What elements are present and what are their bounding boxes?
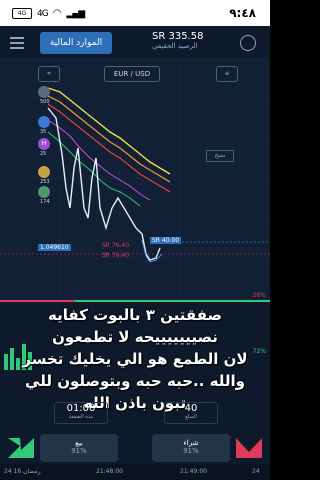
timeline-bar: 24 رمضان 16 21:48:00 21:49:00 24 bbox=[0, 464, 270, 480]
wifi-icon: ◠ bbox=[52, 8, 62, 19]
trader-count-1: 500 bbox=[40, 99, 50, 105]
funds-button[interactable]: الموارد المالية bbox=[40, 32, 112, 54]
app-screen: 4G 4G ◠ ▂▄▆ ٩:٤٨ الموارد المالية SR 335.… bbox=[0, 0, 270, 480]
sell-arrow-icon[interactable] bbox=[6, 434, 36, 462]
sell-trade-amount-2: SR 76.40 bbox=[102, 252, 130, 259]
trade-amount-box[interactable]: 40 المبلغ bbox=[164, 402, 218, 424]
indicator-line-yellow bbox=[47, 87, 171, 175]
timeline-label-3: 21:49:00 bbox=[180, 468, 207, 475]
chart-type-button[interactable]: ⌗ bbox=[38, 66, 60, 82]
timeline-label-4: 24 bbox=[252, 468, 260, 475]
caption-line-5: تبون باذن الله bbox=[83, 394, 187, 412]
trade-amount-value: 40 bbox=[184, 403, 198, 414]
trade-duration-label: مدة الصفقة bbox=[68, 414, 94, 420]
price-line bbox=[47, 107, 161, 261]
battery-icon: 4G bbox=[12, 8, 32, 19]
buy-arrow-icon[interactable] bbox=[234, 434, 264, 462]
caption-line-2: نصيييييييحه لا تطمعون bbox=[52, 328, 218, 346]
caption-line-4: والله ..حبه حبه وبتوصلون للي bbox=[25, 372, 245, 390]
status-icons: 4G 4G ◠ ▂▄▆ bbox=[12, 8, 85, 19]
indicator-line-orange bbox=[47, 95, 171, 183]
trader-count-3: 25 bbox=[40, 151, 47, 157]
sell-button[interactable]: بيع 91% bbox=[40, 434, 118, 462]
copy-tag[interactable]: نسخ bbox=[206, 150, 234, 162]
caption-line-3: لان الطمع هو الي يخليك تخسر bbox=[22, 350, 248, 368]
trade-amount-label: المبلغ bbox=[185, 414, 197, 420]
trader-count-4: 253 bbox=[40, 179, 50, 185]
trader-avatar-2[interactable] bbox=[38, 116, 50, 128]
indicators-button[interactable]: ≡ bbox=[216, 66, 238, 82]
menu-icon[interactable] bbox=[8, 34, 26, 50]
sentiment-sell-fill bbox=[0, 300, 75, 302]
asset-pair-select[interactable]: EUR / USD bbox=[104, 66, 160, 82]
price-chart[interactable]: ⌗ EUR / USD ≡ نسخ 500 35 H 25 253 174 1.… bbox=[0, 58, 270, 300]
buy-button[interactable]: شراء 91% bbox=[152, 434, 230, 462]
trader-avatar-1[interactable] bbox=[38, 86, 50, 98]
balance-display[interactable]: SR 335.58 الرصيد الحقيقي bbox=[152, 31, 203, 50]
app-header: الموارد المالية SR 335.58 الرصيد الحقيقي bbox=[0, 26, 270, 58]
trade-duration-value: 01:00 bbox=[66, 403, 96, 414]
buy-button-pct: 91% bbox=[183, 447, 199, 455]
balance-amount: SR 335.58 bbox=[152, 31, 204, 42]
sentiment-sell-pct: 28% bbox=[252, 292, 266, 299]
clock: ٩:٤٨ bbox=[229, 6, 256, 20]
buy-button-label: شراء bbox=[183, 439, 199, 447]
status-bar: 4G 4G ◠ ▂▄▆ ٩:٤٨ bbox=[0, 0, 270, 26]
sell-trade-amount: SR 76.40 bbox=[102, 242, 130, 249]
trader-avatar-5[interactable] bbox=[38, 186, 50, 198]
balance-label: الرصيد الحقيقي bbox=[152, 42, 198, 50]
caption-line-1: صفقتين ٣ بالبوت كفايه bbox=[47, 306, 223, 324]
timeline-label-1: 24 رمضان 16 bbox=[4, 468, 41, 475]
network-label: 4G bbox=[37, 8, 49, 19]
sentiment-buy-fill bbox=[75, 300, 270, 302]
trader-count-2: 35 bbox=[40, 129, 47, 135]
trader-count-5: 174 bbox=[40, 199, 50, 205]
trade-duration-box[interactable]: 01:00 مدة الصفقة bbox=[54, 402, 108, 424]
signal-icon: ▂▄▆ bbox=[66, 8, 85, 19]
sell-button-pct: 91% bbox=[71, 447, 87, 455]
trader-avatar-4[interactable] bbox=[38, 166, 50, 178]
sell-button-label: بيع bbox=[75, 439, 83, 447]
profile-icon[interactable] bbox=[240, 35, 256, 51]
current-price-tag: 1.049610 bbox=[38, 244, 71, 251]
trader-avatar-3[interactable]: H bbox=[38, 138, 50, 150]
buy-trade-amount: SR 40.00 bbox=[150, 237, 182, 244]
timeline-label-2: 21:48:00 bbox=[96, 468, 123, 475]
